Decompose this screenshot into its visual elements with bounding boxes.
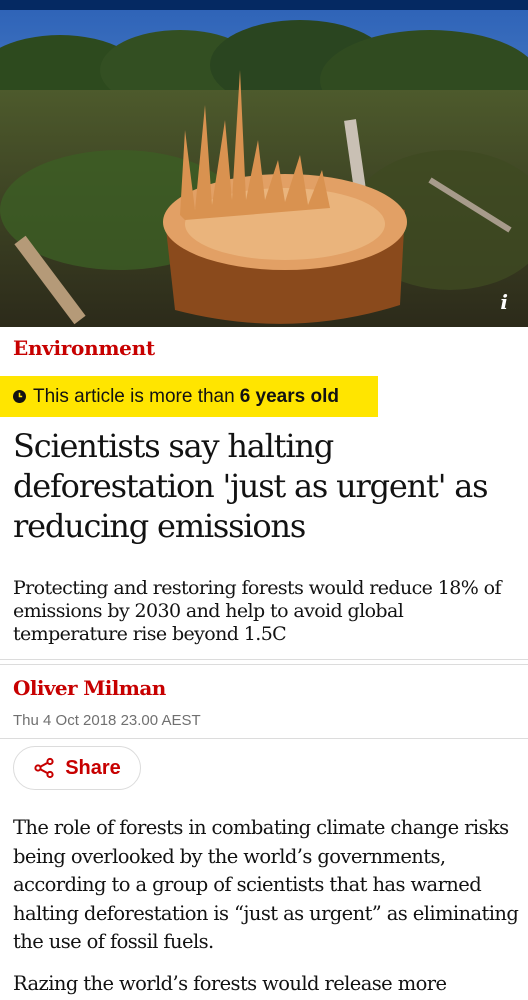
hero-image[interactable]: i [0, 10, 528, 327]
share-label: Share [65, 756, 121, 779]
article-age-notice: This article is more than 6 years old [0, 376, 378, 417]
top-bar [0, 0, 528, 10]
article-standfirst: Protecting and restoring forests would r… [13, 577, 501, 645]
article-headline: Scientists say halting deforestation 'ju… [13, 427, 489, 545]
article-paragraph: Razing the world’s forests would release… [13, 972, 447, 995]
article-paragraph: The role of forests in combating climate… [13, 816, 519, 953]
divider [0, 738, 528, 739]
info-icon[interactable]: i [500, 290, 508, 314]
divider [0, 659, 528, 660]
divider [0, 664, 528, 665]
tree-stump-photo [0, 10, 528, 327]
section-label[interactable]: Environment [13, 336, 155, 360]
age-notice-age: 6 years old [239, 385, 339, 407]
publish-date: Thu 4 Oct 2018 23.00 AEST [13, 712, 201, 729]
share-button[interactable]: Share [13, 746, 141, 790]
clock-icon [13, 390, 26, 403]
author-byline[interactable]: Oliver Milman [13, 676, 166, 700]
age-notice-prefix: This article is more than [33, 385, 235, 407]
share-icon [34, 757, 54, 779]
